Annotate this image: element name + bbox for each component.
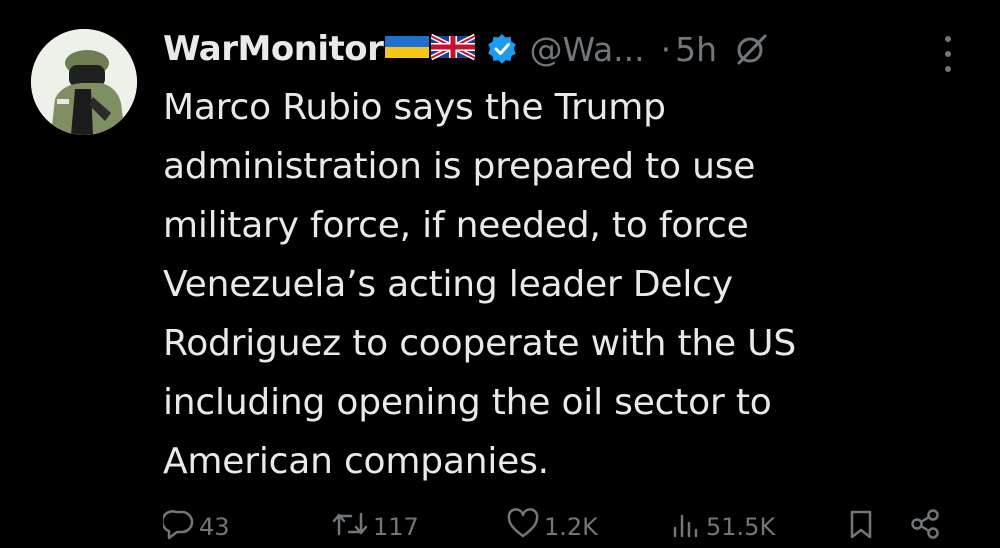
bookmark-button[interactable] [845, 508, 877, 546]
bookmark-icon [845, 508, 877, 546]
ukraine-flag-icon [385, 32, 430, 66]
like-count: 1.2K [544, 513, 598, 541]
post-time[interactable]: 5h [675, 30, 717, 69]
like-button[interactable]: 1.2K [506, 508, 598, 546]
reply-icon [161, 508, 195, 546]
action-bar: 43 117 1.2K 51.5K [161, 508, 963, 548]
repost-icon [331, 508, 369, 546]
views-button[interactable]: 51.5K [670, 508, 775, 546]
tweet-header: WarMonitor @Wa... · 5h [163, 26, 769, 72]
reply-button[interactable]: 43 [161, 508, 230, 546]
more-icon[interactable] [936, 36, 960, 72]
author-handle[interactable]: @Wa... [529, 30, 644, 69]
share-button[interactable] [909, 508, 941, 546]
tweet-text: Marco Rubio says the Trump administratio… [163, 87, 796, 482]
reply-count: 43 [199, 513, 230, 541]
repost-count: 117 [373, 513, 419, 541]
views-count: 51.5K [706, 513, 776, 541]
verified-badge-icon[interactable] [487, 34, 517, 64]
time-separator: · [660, 29, 672, 69]
like-icon [506, 508, 540, 546]
views-icon [670, 508, 702, 546]
repost-button[interactable]: 117 [331, 508, 419, 546]
grok-icon[interactable] [733, 31, 769, 67]
share-icon [909, 508, 941, 546]
uk-flag-icon [430, 32, 477, 66]
author-name[interactable]: WarMonitor [163, 29, 384, 69]
avatar[interactable] [31, 29, 137, 135]
